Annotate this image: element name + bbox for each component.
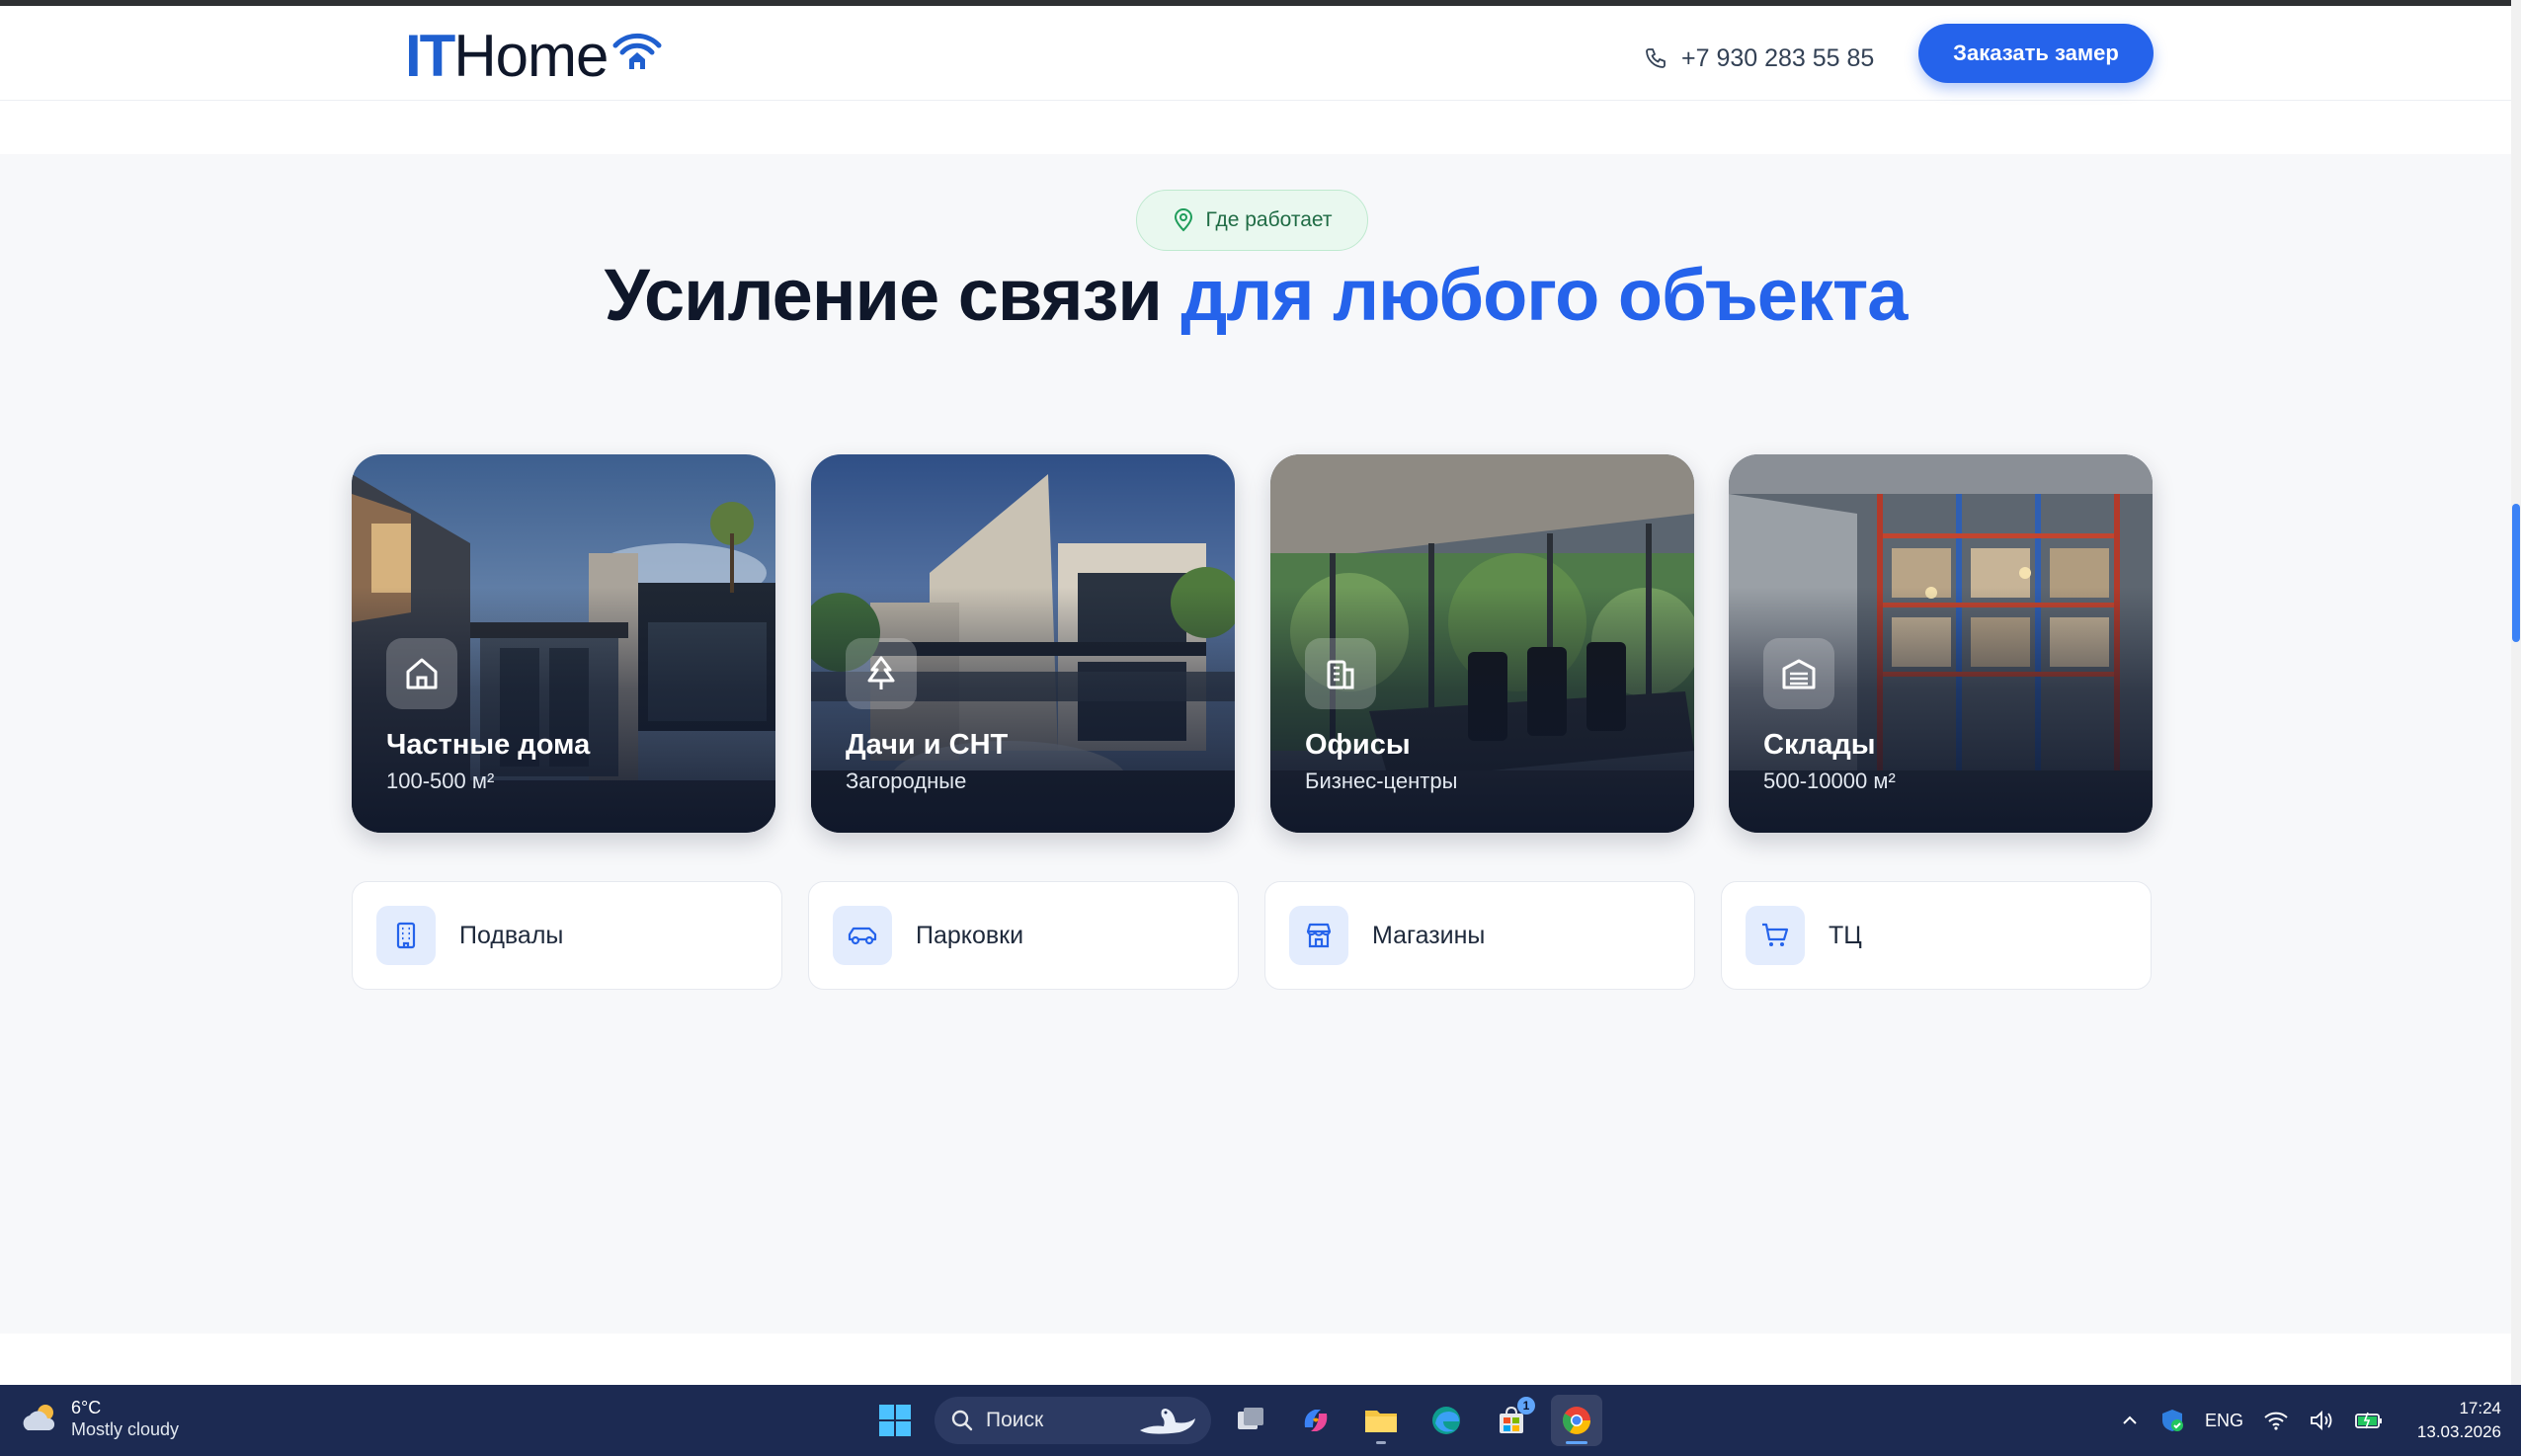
order-measurement-button[interactable]: Заказать замер	[1918, 24, 2154, 83]
house-icon	[406, 658, 438, 689]
page-scrollbar-thumb[interactable]	[2512, 504, 2520, 642]
card-subtitle: 500-10000 м²	[1763, 768, 1896, 793]
weather-desc: Mostly cloudy	[71, 1419, 180, 1439]
windows-taskbar: 6°C Mostly cloudy Поиск 1 ENG 17:24 13.0…	[0, 1385, 2521, 1456]
swan-decoration-icon	[1140, 1409, 1195, 1434]
card-title: Склады	[1763, 729, 1876, 761]
card-icon-box	[386, 638, 457, 709]
edge-button[interactable]	[1421, 1395, 1472, 1446]
mini-card-label: Магазины	[1372, 921, 1486, 949]
volume-icon[interactable]	[2309, 1410, 2334, 1431]
mini-card-label: ТЦ	[1829, 921, 1862, 949]
mini-icon-box	[833, 906, 892, 965]
clock[interactable]: 17:24 13.03.2026	[2391, 1397, 2501, 1444]
copilot-button[interactable]	[1290, 1395, 1342, 1446]
card-title: Офисы	[1305, 729, 1411, 761]
card-warehouses[interactable]: Склады 500-10000 м²	[1729, 454, 2153, 833]
mini-card-parking[interactable]: Парковки	[808, 881, 1239, 990]
store-button[interactable]: 1	[1486, 1395, 1537, 1446]
search-placeholder: Поиск	[986, 1409, 1044, 1431]
card-icon-box	[846, 638, 917, 709]
logo-it-text: IT	[405, 22, 455, 89]
card-subtitle: Бизнес-центры	[1305, 768, 1458, 793]
edge-browser-icon	[1432, 1407, 1460, 1434]
card-title: Дачи и СНТ	[846, 729, 1009, 761]
mini-card-malls[interactable]: ТЦ	[1721, 881, 2152, 990]
location-pin-icon	[1174, 208, 1192, 232]
weather-temp: 6°C	[71, 1398, 102, 1417]
chrome-button[interactable]	[1551, 1395, 1602, 1446]
mini-card-label: Подвалы	[459, 921, 564, 949]
header-phone[interactable]: +7 930 283 55 85	[1644, 36, 1874, 81]
language-indicator[interactable]: ENG	[2205, 1411, 2243, 1431]
mini-card-label: Парковки	[916, 921, 1024, 949]
task-view-icon	[1238, 1408, 1263, 1429]
page-scrollbar-track[interactable]	[2511, 0, 2521, 1385]
mini-card-basements[interactable]: Подвалы	[352, 881, 782, 990]
phone-icon	[1646, 48, 1666, 68]
office-building-icon	[1327, 660, 1354, 689]
weather-widget[interactable]: 6°C Mostly cloudy	[18, 1397, 179, 1440]
wifi-icon[interactable]	[2263, 1410, 2289, 1431]
tree-icon	[867, 656, 895, 689]
badge-label: Где работает	[1205, 208, 1333, 231]
wifi-house-icon	[612, 33, 662, 69]
building-icon	[396, 922, 416, 949]
card-subtitle: 100-500 м²	[386, 768, 495, 793]
card-icon-box	[1763, 638, 1834, 709]
phone-number: +7 930 283 55 85	[1681, 43, 1875, 72]
defender-shield-icon[interactable]	[2159, 1408, 2185, 1433]
taskbar-apps: Поиск 1	[869, 1393, 1602, 1448]
chrome-icon	[1563, 1407, 1590, 1434]
card-title: Частные дома	[386, 729, 591, 761]
chevron-up-icon[interactable]	[2120, 1411, 2140, 1430]
mini-icon-box	[1746, 906, 1805, 965]
mini-card-stores[interactable]: Магазины	[1264, 881, 1695, 990]
file-explorer-button[interactable]	[1355, 1395, 1407, 1446]
cloudy-weather-icon	[23, 1405, 55, 1430]
card-offices[interactable]: Офисы Бизнес-центры	[1270, 454, 1694, 833]
car-icon	[848, 927, 877, 945]
card-private-houses[interactable]: Частные дома 100-500 м²	[352, 454, 775, 833]
site-logo[interactable]: IT Home	[405, 23, 663, 89]
copilot-icon	[1304, 1410, 1328, 1431]
start-button[interactable]	[869, 1395, 921, 1446]
card-dachas[interactable]: Дачи и СНТ Загородные	[811, 454, 1235, 833]
mini-icon-box	[376, 906, 436, 965]
site-header: IT Home +7 930 283 55 85 Заказать замер	[0, 6, 2511, 101]
notification-badge: 1	[1517, 1397, 1535, 1415]
card-icon-box	[1305, 638, 1376, 709]
store-icon	[1306, 923, 1332, 948]
folder-icon	[1365, 1411, 1397, 1432]
warehouse-icon	[1782, 659, 1816, 689]
cart-icon	[1762, 923, 1789, 946]
task-view-button[interactable]	[1225, 1395, 1276, 1446]
windows-logo-icon	[879, 1405, 911, 1436]
battery-icon[interactable]	[2354, 1410, 2384, 1431]
headline-main: Усиление связи	[604, 254, 1181, 336]
running-indicator	[1566, 1441, 1587, 1444]
logo-home-text: Home	[453, 22, 609, 89]
headline-accent: для любого объекта	[1180, 254, 1908, 336]
clock-time: 17:24	[2459, 1399, 2501, 1417]
system-tray: ENG	[2120, 1403, 2384, 1438]
card-subtitle: Загородные	[846, 768, 967, 793]
search-icon	[951, 1410, 973, 1431]
clock-date: 13.03.2026	[2416, 1422, 2501, 1441]
where-works-badge: Где работает	[1136, 190, 1368, 251]
taskbar-search[interactable]: Поиск	[935, 1397, 1211, 1444]
mini-icon-box	[1289, 906, 1348, 965]
running-indicator	[1376, 1441, 1386, 1444]
section-headline: Усиление связи для любого объекта	[0, 253, 2511, 337]
